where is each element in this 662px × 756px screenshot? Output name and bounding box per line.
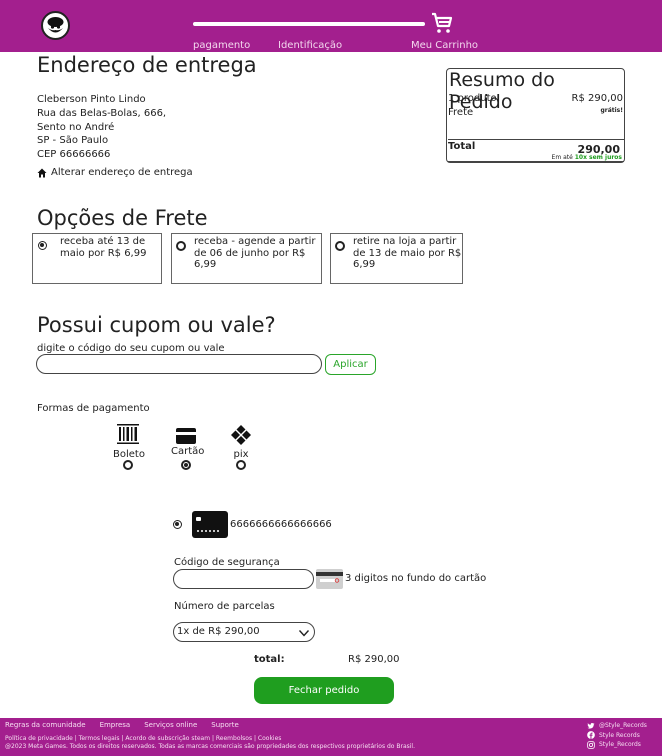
footer-social: @Style_Records Style Records Style_Recor… — [587, 721, 647, 750]
logo[interactable] — [41, 11, 70, 40]
credit-card-icon — [176, 428, 196, 444]
summary-divider — [448, 139, 624, 140]
coupon-title: Possui cupom ou vale? — [37, 313, 276, 337]
payment-radio-boleto[interactable] — [123, 460, 133, 470]
installments-select[interactable]: 1x de R$ 290,00 — [173, 622, 315, 642]
facebook-icon — [587, 731, 595, 740]
shipping-radio-1[interactable] — [38, 241, 47, 250]
shipping-option-2-text: receba - agende a partir de 06 de junho … — [194, 236, 316, 270]
footer-legal-links[interactable]: Política de privacidade | Termos legais … — [5, 735, 281, 742]
step-identification[interactable]: Identificação — [278, 40, 342, 51]
shipping-radio-3[interactable] — [335, 241, 345, 251]
summary-total-label: Total — [448, 141, 476, 152]
total-label: total: — [254, 654, 285, 665]
installments-value: 1x de R$ 290,00 — [177, 626, 260, 637]
social-facebook[interactable]: Style Records — [587, 731, 647, 741]
summary-bottom-divider — [448, 161, 624, 162]
summary-products-label: 1 produto — [448, 93, 497, 104]
shipping-option-2[interactable]: receba - agende a partir de 06 de junho … — [171, 233, 322, 284]
total-value: R$ 290,00 — [348, 654, 400, 665]
summary-shipping-label: Frete — [448, 107, 474, 118]
address-line: Cleberson Pinto Lindo — [37, 94, 146, 105]
address-line: Rua das Belas-Bolas, 666, — [37, 107, 167, 119]
payment-method-pix[interactable]: pix — [228, 424, 254, 460]
instagram-icon — [587, 740, 595, 749]
payment-method-card[interactable]: Cartão — [171, 424, 205, 457]
coupon-label: digite o código do seu cupom ou vale — [37, 343, 225, 354]
close-order-button[interactable]: Fechar pedido — [254, 677, 394, 704]
shipping-option-3[interactable]: retire na loja a partir de 13 de maio po… — [330, 233, 463, 284]
step-payment[interactable]: pagamento — [193, 40, 250, 51]
pix-icon — [231, 425, 251, 445]
twitter-icon — [587, 722, 595, 729]
saved-card-row[interactable]: 6666666666666666 — [173, 511, 332, 538]
payment-method-boleto[interactable]: Boleto — [113, 424, 145, 460]
address-title: Endereço de entrega — [37, 53, 257, 77]
address-line: Sento no André — [37, 121, 115, 133]
cvv-hint: 3 digitos no fundo do cartão — [345, 573, 487, 584]
credit-card-icon — [192, 511, 228, 538]
address-block: Cleberson Pinto Lindo Rua das Belas-Bola… — [37, 93, 166, 162]
payment-methods-label: Formas de pagamento — [37, 403, 150, 414]
shipping-radio-2[interactable] — [176, 241, 186, 251]
footer-links: Regras da comunidade Empresa Serviços on… — [5, 721, 239, 729]
shipping-option-1-text: receba até 13 de maio por R$ 6,99 — [60, 236, 147, 259]
apply-coupon-button[interactable]: Aplicar — [325, 354, 376, 375]
coupon-input[interactable] — [36, 354, 322, 374]
summary-title: Resumo do Pedido — [449, 69, 555, 113]
address-line: SP - São Paulo — [37, 135, 109, 147]
address-line: CEP 66666666 — [37, 149, 111, 161]
footer: Regras da comunidade Empresa Serviços on… — [0, 718, 662, 756]
change-address-label: Alterar endereço de entrega — [51, 167, 193, 178]
payment-radio-card[interactable] — [181, 460, 191, 470]
shipping-option-1[interactable]: receba até 13 de maio por R$ 6,99 — [32, 233, 162, 284]
payment-method-label: pix — [233, 449, 249, 460]
social-twitter[interactable]: @Style_Records — [587, 721, 647, 731]
footer-link-online-services[interactable]: Serviços online — [144, 721, 197, 729]
barcode-icon — [117, 424, 139, 444]
payment-method-label: Cartão — [171, 446, 205, 457]
social-instagram[interactable]: Style_Records — [587, 740, 647, 750]
shipping-title: Opções de Frete — [37, 206, 208, 230]
summary-installments: Em até 10x sem juros — [551, 154, 622, 161]
chevron-down-icon — [298, 630, 310, 637]
order-summary: Resumo do Pedido 1 produto R$ 290,00 Fre… — [446, 68, 625, 163]
footer-link-support[interactable]: Suporte — [211, 721, 239, 729]
step-cart[interactable]: Meu Carrinho — [411, 40, 478, 51]
card-number: 6666666666666666 — [230, 519, 332, 530]
card-back-icon — [316, 569, 343, 589]
footer-link-company[interactable]: Empresa — [100, 721, 131, 729]
top-bar: pagamento Identificação Meu Carrinho — [0, 0, 662, 52]
shipping-option-3-text: retire na loja a partir de 13 de maio po… — [353, 236, 462, 270]
checkout-progress-line — [193, 22, 425, 26]
footer-copyright: @2023 Meta Games. Todos os direitos rese… — [5, 743, 416, 750]
change-address-link[interactable]: Alterar endereço de entrega — [37, 167, 193, 178]
cvv-label: Código de segurança — [174, 557, 280, 568]
summary-shipping-value: grátis! — [600, 107, 623, 114]
payment-method-label: Boleto — [113, 449, 145, 460]
cart-icon[interactable] — [430, 11, 454, 35]
summary-products-value: R$ 290,00 — [571, 93, 623, 104]
cvv-input[interactable] — [173, 569, 314, 589]
footer-link-community-rules[interactable]: Regras da comunidade — [5, 721, 86, 729]
payment-radio-pix[interactable] — [236, 460, 246, 470]
installments-label: Número de parcelas — [174, 601, 275, 612]
saved-card-radio[interactable] — [173, 520, 182, 529]
home-icon — [37, 168, 47, 177]
